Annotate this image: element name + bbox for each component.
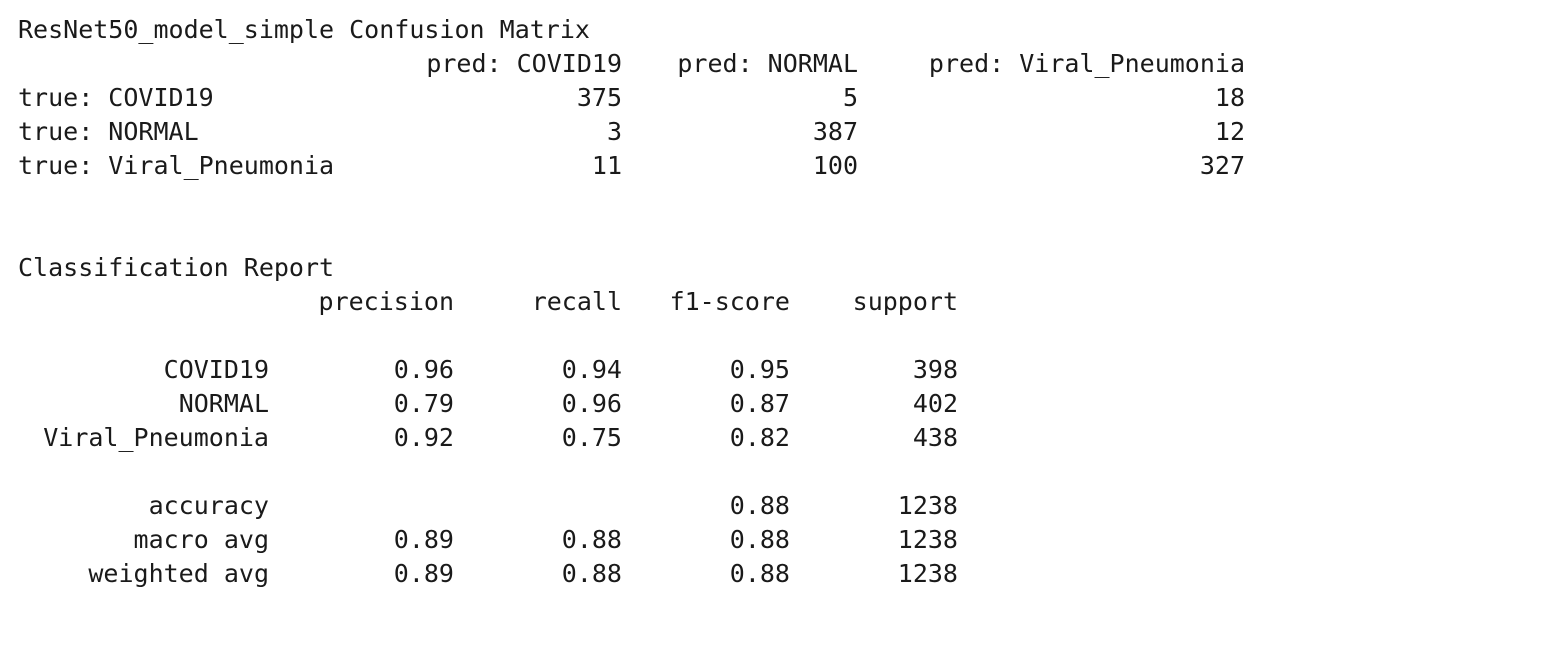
cr-cell: 1238 (897, 491, 958, 520)
cm-cell: 5 (842, 83, 858, 112)
cr-row-label-accuracy: accuracy (148, 491, 269, 520)
cr-cell: 0.88 (729, 491, 790, 520)
cr-row-label-covid19: COVID19 (163, 355, 269, 384)
cr-cell: 0.89 (393, 525, 454, 554)
cr-cell: 1238 (897, 525, 958, 554)
cr-cell: 0.82 (729, 423, 790, 452)
cm-cell: 100 (812, 151, 858, 180)
cm-row-label-normal: true: NORMAL (18, 117, 199, 146)
cr-cell: 0.88 (729, 559, 790, 588)
cm-header-pred-viral-pneumonia: pred: Viral_Pneumonia (928, 49, 1245, 78)
cm-row-label-covid19: true: COVID19 (18, 83, 214, 112)
cr-cell: 0.87 (729, 389, 790, 418)
cm-cell: 387 (812, 117, 858, 146)
cr-header-precision: precision (318, 287, 454, 316)
cr-cell: 0.95 (729, 355, 790, 384)
cm-row-label-viral-pneumonia: true: Viral_Pneumonia (18, 151, 335, 180)
cr-header-f1-score: f1-score (669, 287, 790, 316)
cr-row-label-viral-pneumonia: Viral_Pneumonia (43, 423, 269, 452)
cr-header-recall: recall (531, 287, 622, 316)
cr-row-label-macro-avg: macro avg (133, 525, 269, 554)
cr-row-label-normal: NORMAL (178, 389, 269, 418)
cm-cell: 11 (591, 151, 622, 180)
cr-cell: 1238 (897, 559, 958, 588)
cm-cell: 375 (576, 83, 622, 112)
cr-cell: 398 (912, 355, 958, 384)
cr-row-label-weighted-avg: weighted avg (88, 559, 269, 588)
cr-cell: 0.88 (561, 525, 622, 554)
cr-header-support: support (852, 287, 958, 316)
cr-cell: 0.94 (561, 355, 622, 384)
cr-cell: 438 (912, 423, 958, 452)
cm-cell: 327 (1199, 151, 1245, 180)
cr-cell: 0.88 (561, 559, 622, 588)
cr-cell: 0.96 (561, 389, 622, 418)
cm-header-pred-covid19: pred: COVID19 (426, 49, 622, 78)
cr-cell: 0.96 (393, 355, 454, 384)
cm-cell: 12 (1214, 117, 1245, 146)
cr-cell: 0.92 (393, 423, 454, 452)
cm-header-pred-normal: pred: NORMAL (677, 49, 858, 78)
cr-cell: 0.79 (393, 389, 454, 418)
confusion-matrix-title: ResNet50_model_simple Confusion Matrix (18, 15, 590, 44)
cm-cell: 18 (1214, 83, 1245, 112)
cr-cell: 402 (912, 389, 958, 418)
cr-cell: 0.88 (729, 525, 790, 554)
cr-cell: 0.75 (561, 423, 622, 452)
cm-cell: 3 (606, 117, 622, 146)
cr-cell: 0.89 (393, 559, 454, 588)
classification-report-title: Classification Report (18, 253, 335, 282)
